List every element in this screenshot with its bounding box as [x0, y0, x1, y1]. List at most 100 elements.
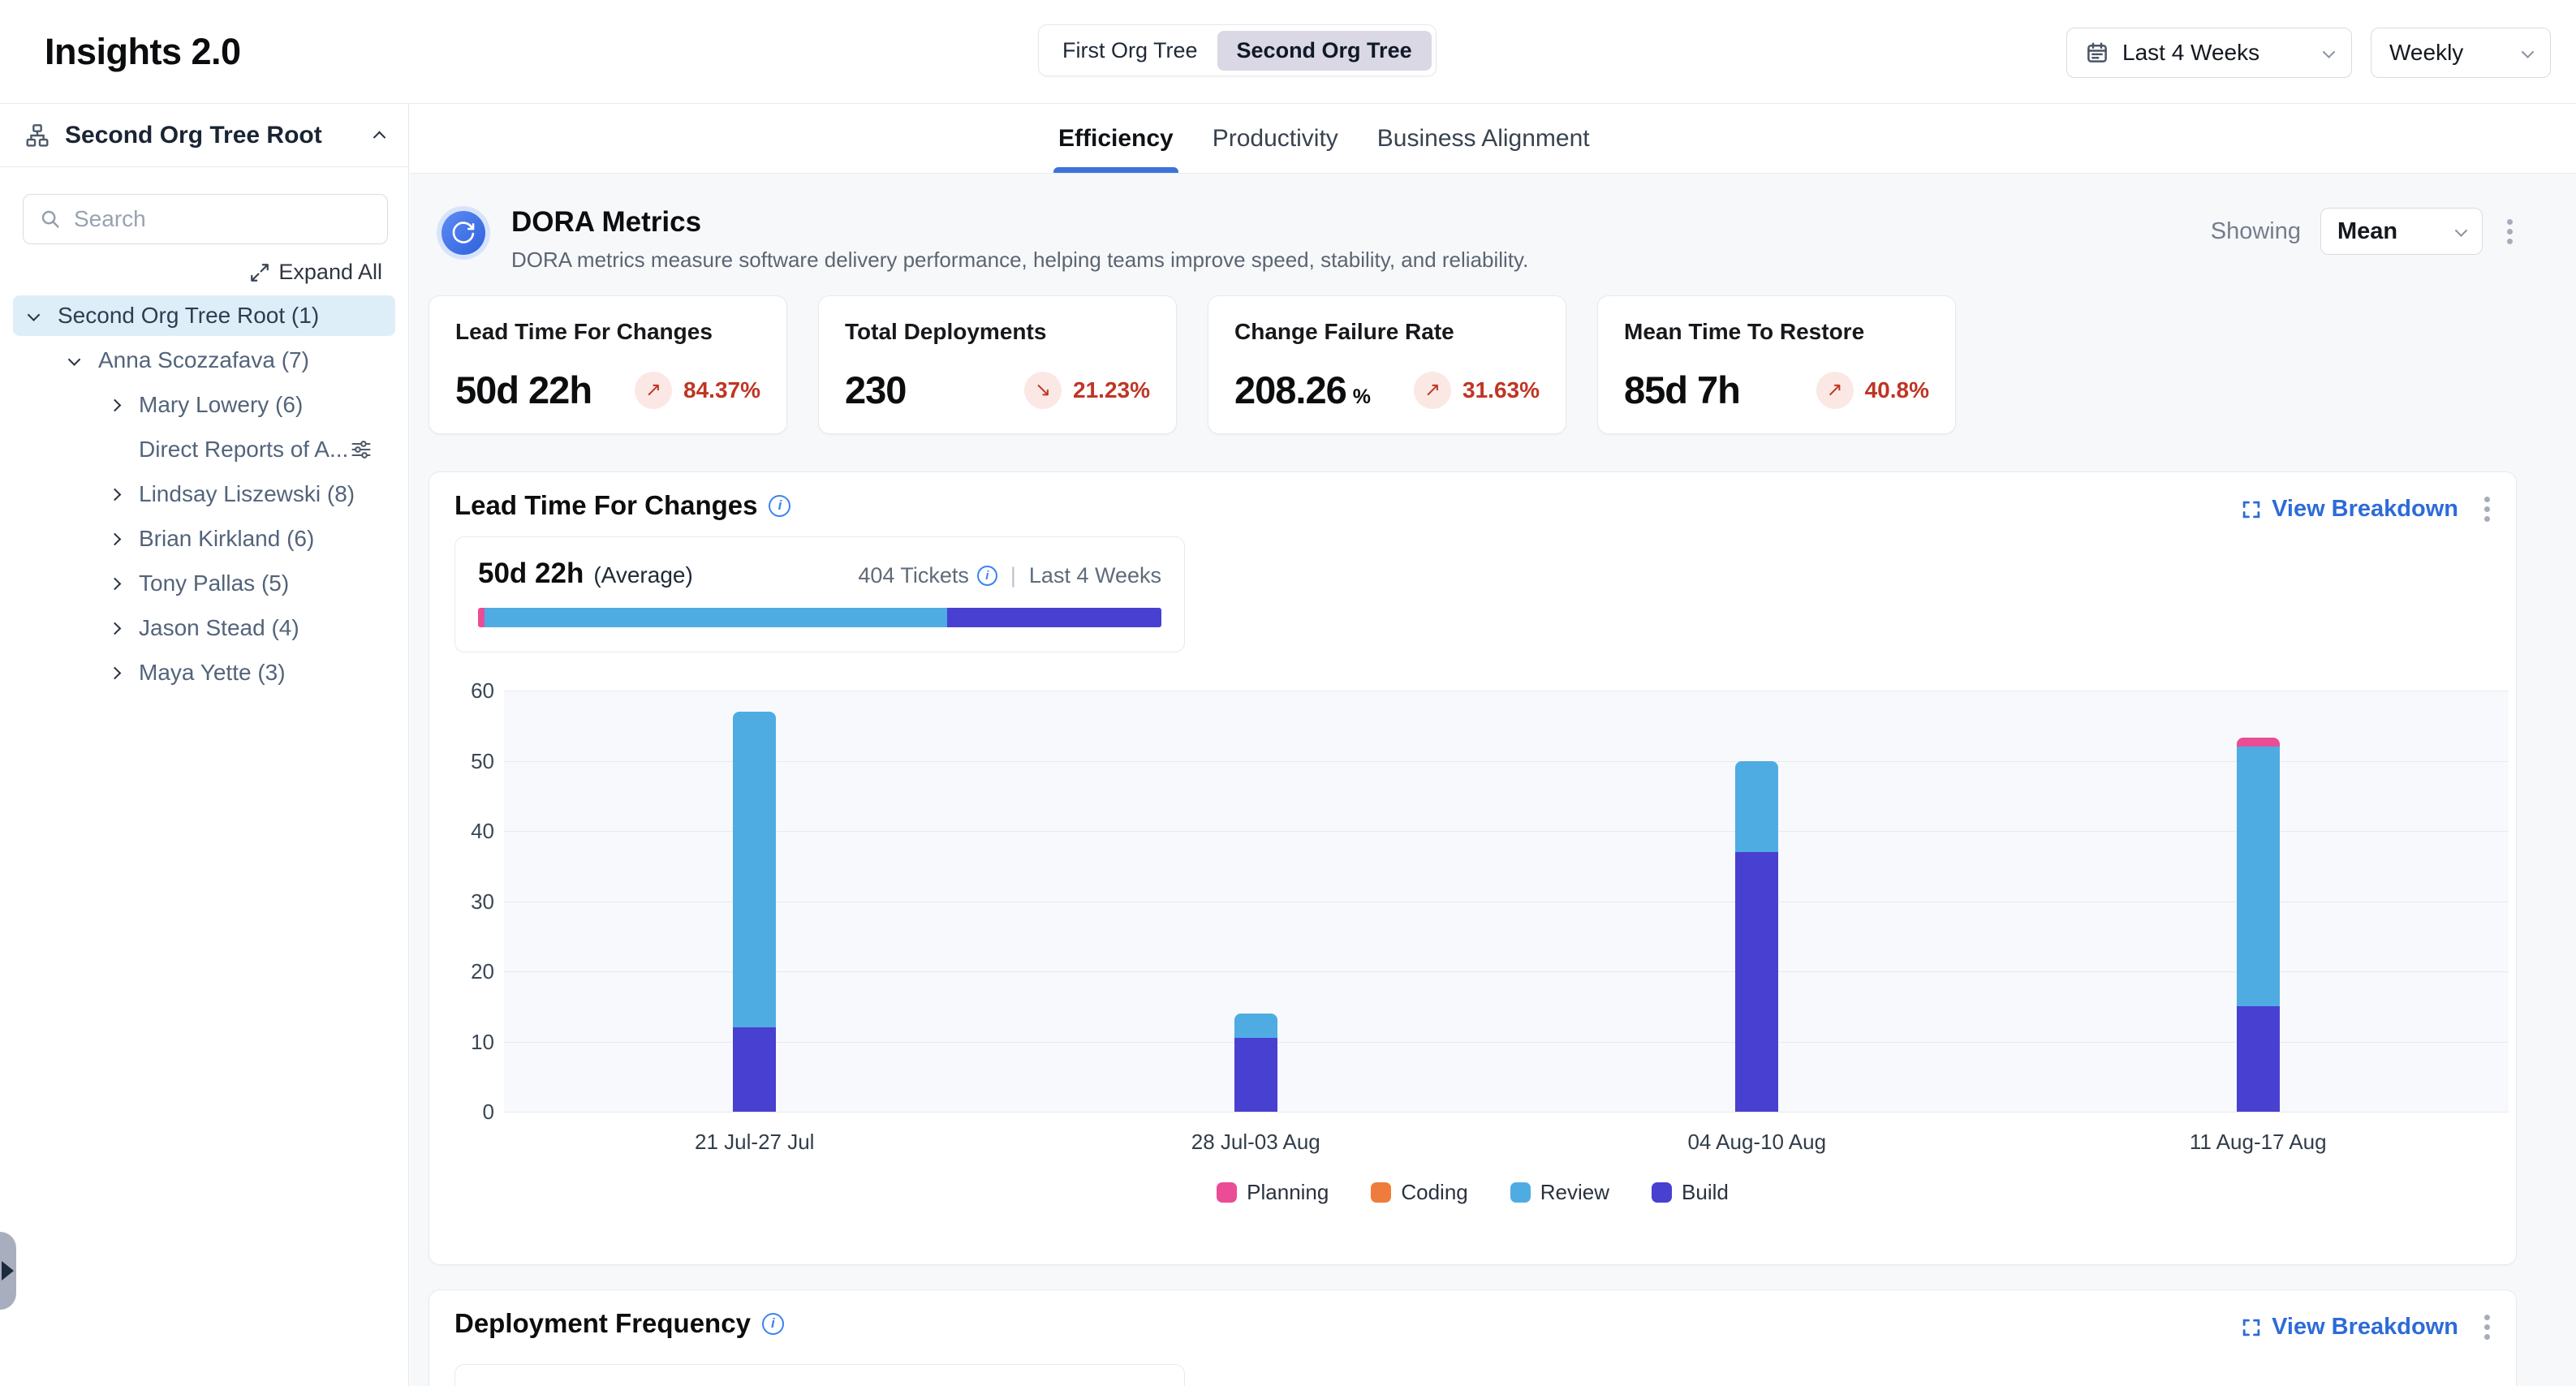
chevron-right-icon[interactable]	[109, 666, 122, 679]
tree-item[interactable]: Mary Lowery (6)	[13, 385, 395, 425]
metric-card: Change Failure Rate 208.26% ↗ 31.63%	[1208, 295, 1566, 434]
bar-segment-build[interactable]	[733, 1027, 776, 1112]
top-header: Insights 2.0 First Org TreeSecond Org Tr…	[0, 0, 2576, 104]
tree-item[interactable]: Brian Kirkland (6)	[13, 519, 395, 559]
search-icon	[38, 207, 62, 231]
sidebar-search	[23, 194, 388, 244]
caret-right-icon	[2, 1261, 14, 1281]
chevron-down-icon[interactable]	[68, 353, 81, 366]
tab-label: Productivity	[1213, 125, 1338, 153]
bar-segment-review[interactable]	[733, 712, 776, 1027]
org-tree-sidebar: Second Org Tree Root Expand All Second O…	[0, 104, 409, 1386]
trend-delta: 84.37%	[683, 377, 760, 403]
page-title: Insights 2.0	[45, 31, 241, 73]
metric-value: 208.26%	[1234, 368, 1371, 412]
tab-label: Efficiency	[1058, 125, 1174, 153]
chevron-down-icon[interactable]	[28, 308, 41, 321]
expand-all-button[interactable]: Expand All	[249, 260, 382, 285]
granularity-value: Weekly	[2389, 40, 2510, 66]
bar-segment-build[interactable]	[1735, 852, 1778, 1112]
tree-item[interactable]: Maya Yette (3)	[13, 652, 395, 693]
legend-swatch	[1217, 1182, 1237, 1203]
trend-delta: 40.8%	[1865, 377, 1929, 403]
tab-label: Business Alignment	[1377, 125, 1590, 153]
org-tree-toggle-option[interactable]: First Org Tree	[1043, 31, 1217, 71]
sidebar-title: Second Org Tree Root	[65, 122, 360, 149]
tab-efficiency[interactable]: Efficiency	[1055, 104, 1177, 173]
bar-segment-review[interactable]	[1735, 761, 1778, 852]
bar-segment-planning[interactable]	[2237, 738, 2280, 747]
chevron-right-icon[interactable]	[109, 488, 122, 501]
bar-segment-build[interactable]	[1234, 1038, 1277, 1112]
tab-bar: Efficiency Productivity Business Alignment	[410, 104, 2576, 174]
legend-item-review[interactable]: Review	[1510, 1180, 1609, 1205]
sliders-icon[interactable]	[350, 438, 373, 467]
legend-swatch	[1371, 1182, 1391, 1203]
dora-menu-button[interactable]	[2502, 214, 2518, 249]
trend-up-arrow-icon: ↗	[1414, 372, 1451, 409]
showing-label: Showing	[2211, 218, 2301, 245]
expand-corners-icon	[2241, 1317, 2262, 1338]
metric-card-title: Mean Time To Restore	[1624, 319, 1929, 345]
trend-delta: 31.63%	[1462, 377, 1540, 403]
chevron-down-icon	[2323, 45, 2336, 58]
y-axis-tick-label: 60	[429, 678, 494, 704]
y-axis-tick-label: 50	[429, 748, 494, 774]
gridline	[504, 1112, 2509, 1113]
date-range-dropdown[interactable]: Last 4 Weeks	[2066, 28, 2352, 78]
metric-card: Mean Time To Restore85d 7h↗40.8%	[1597, 295, 1956, 434]
deployment-menu-button[interactable]	[2479, 1310, 2495, 1345]
tree-item[interactable]: Jason Stead (4)	[13, 608, 395, 648]
tree-item[interactable]: Tony Pallas (5)	[13, 563, 395, 604]
chevron-right-icon[interactable]	[109, 622, 122, 635]
expand-arrows-icon	[249, 262, 270, 283]
info-icon[interactable]: i	[762, 1313, 784, 1335]
y-axis-tick-label: 30	[429, 889, 494, 915]
chevron-right-icon[interactable]	[109, 398, 122, 411]
view-breakdown-link[interactable]: View Breakdown	[2241, 1314, 2458, 1341]
tab-business-alignment[interactable]: Business Alignment	[1374, 104, 1593, 173]
legend-item-planning[interactable]: Planning	[1217, 1180, 1329, 1205]
aggregation-dropdown[interactable]: Mean	[2320, 208, 2483, 255]
tree-item[interactable]: Second Org Tree Root (1)	[13, 295, 395, 336]
tree-item-label: Lindsay Liszewski (8)	[139, 481, 355, 507]
granularity-dropdown[interactable]: Weekly	[2371, 28, 2551, 78]
bar-segment-review[interactable]	[2237, 747, 2280, 1006]
chevron-right-icon[interactable]	[109, 577, 122, 590]
bar-segment-build[interactable]	[2237, 1006, 2280, 1112]
aggregation-value: Mean	[2337, 218, 2457, 245]
legend-swatch	[1510, 1182, 1531, 1203]
legend-item-build[interactable]: Build	[1652, 1180, 1729, 1205]
x-axis-tick-label: 21 Jul-27 Jul	[504, 1130, 1006, 1155]
deployment-average-card	[454, 1364, 1185, 1386]
expand-all-label: Expand All	[278, 260, 382, 285]
chevron-right-icon[interactable]	[109, 532, 122, 545]
metric-card-value-row: 50d 22h↗84.37%	[455, 368, 760, 412]
metric-card-title: Change Failure Rate	[1234, 319, 1540, 345]
gridline	[504, 1042, 2509, 1043]
tree-item-label: Brian Kirkland (6)	[139, 526, 314, 552]
tab-productivity[interactable]: Productivity	[1209, 104, 1342, 173]
tree-item[interactable]: Anna Scozzafava (7)	[13, 340, 395, 381]
metric-value: 230	[845, 368, 906, 412]
tree-item-label: Maya Yette (3)	[139, 660, 286, 686]
metric-card-title: Lead Time For Changes	[455, 319, 760, 345]
sidebar-collapse-handle[interactable]	[0, 1232, 16, 1310]
org-tree-toggle-option[interactable]: Second Org Tree	[1217, 31, 1432, 71]
search-input[interactable]	[74, 206, 373, 232]
tree-item[interactable]: Lindsay Liszewski (8)	[13, 474, 395, 514]
y-axis-tick-label: 40	[429, 818, 494, 844]
chevron-down-icon	[2455, 224, 2468, 237]
legend-item-coding[interactable]: Coding	[1371, 1180, 1467, 1205]
org-tree-icon	[24, 123, 50, 148]
gridline	[504, 831, 2509, 832]
tree-item[interactable]: Direct Reports of A...	[13, 429, 395, 470]
trend-down-arrow-icon: ↘	[1024, 372, 1062, 409]
bar-segment-review[interactable]	[1234, 1014, 1277, 1038]
deployment-frequency-title: Deployment Frequency	[454, 1308, 751, 1339]
tree-item-label: Direct Reports of A...	[139, 437, 348, 463]
y-axis-tick-label: 10	[429, 1029, 494, 1055]
x-axis-tick-label: 28 Jul-03 Aug	[1006, 1130, 1507, 1155]
metric-card-title: Total Deployments	[845, 319, 1150, 345]
collapse-sidebar-chevron-up-icon[interactable]	[373, 131, 386, 144]
